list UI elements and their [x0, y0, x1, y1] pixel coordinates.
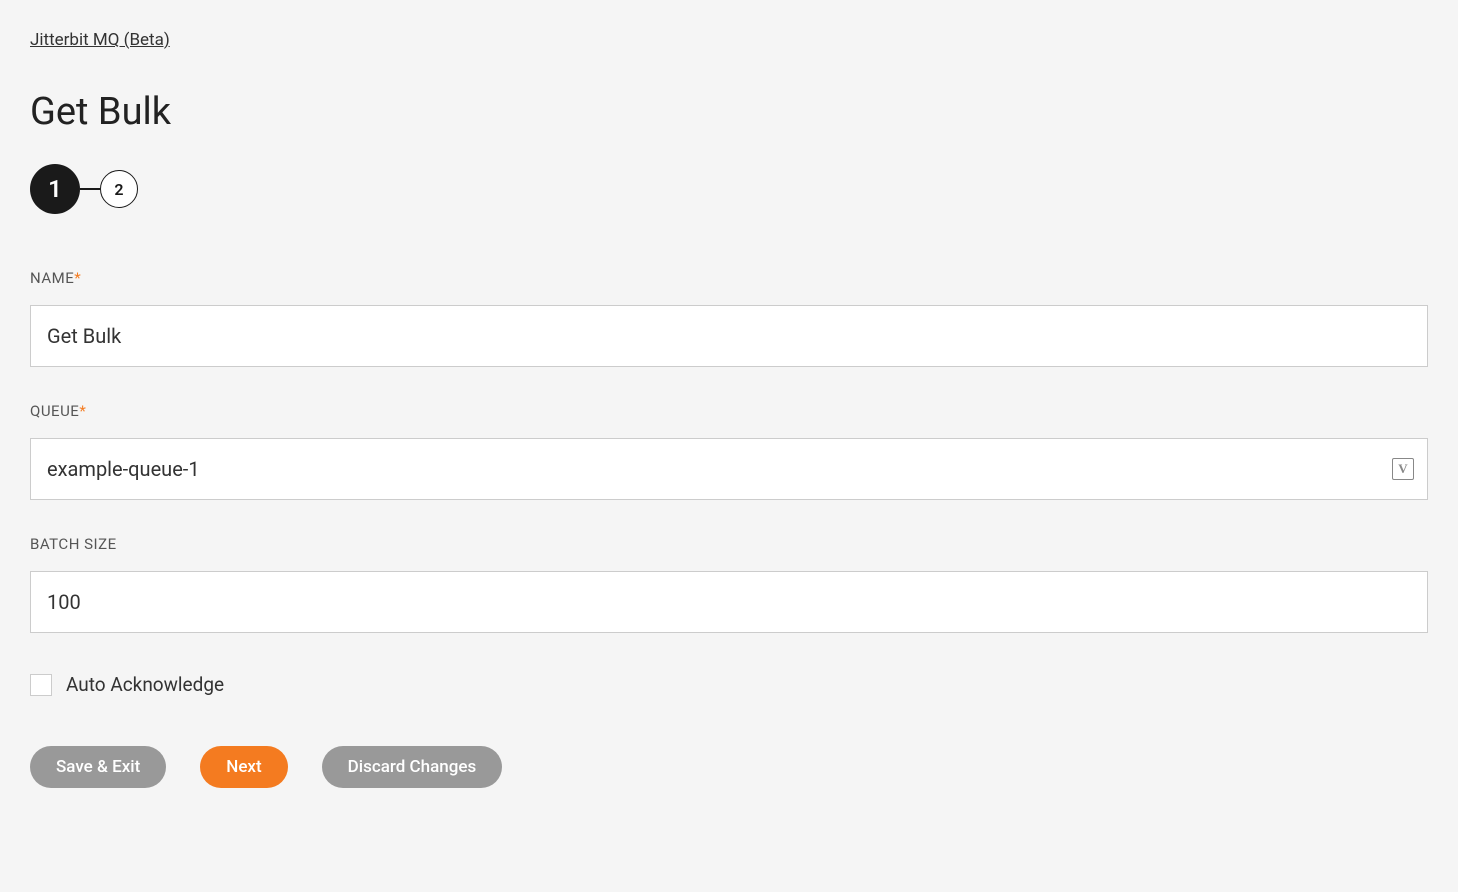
next-button[interactable]: Next	[200, 746, 287, 788]
form-group-name: NAME*	[30, 269, 1428, 367]
queue-input[interactable]	[30, 438, 1428, 500]
auto-acknowledge-label[interactable]: Auto Acknowledge	[66, 673, 224, 696]
name-label: NAME*	[30, 269, 1428, 287]
step-2[interactable]: 2	[100, 170, 138, 208]
batch-size-label: BATCH SIZE	[30, 535, 1428, 553]
batch-size-label-text: BATCH SIZE	[30, 535, 117, 553]
batch-size-input[interactable]	[30, 571, 1428, 633]
variable-icon[interactable]: V	[1392, 458, 1414, 480]
name-label-text: NAME	[30, 269, 74, 287]
form-group-batch-size: BATCH SIZE	[30, 535, 1428, 633]
form-group-queue: QUEUE* V	[30, 402, 1428, 500]
required-asterisk: *	[79, 402, 86, 420]
auto-acknowledge-row: Auto Acknowledge	[30, 673, 1428, 696]
name-input[interactable]	[30, 305, 1428, 367]
queue-label-text: QUEUE	[30, 402, 79, 420]
step-connector	[80, 188, 100, 190]
page-title: Get Bulk	[30, 90, 1428, 134]
auto-acknowledge-checkbox[interactable]	[30, 674, 52, 696]
stepper: 1 2	[30, 164, 1428, 214]
button-row: Save & Exit Next Discard Changes	[30, 746, 1428, 788]
save-exit-button[interactable]: Save & Exit	[30, 746, 166, 788]
discard-changes-button[interactable]: Discard Changes	[322, 746, 503, 788]
queue-label: QUEUE*	[30, 402, 1428, 420]
queue-input-wrapper: V	[30, 438, 1428, 500]
required-asterisk: *	[74, 269, 81, 287]
step-1[interactable]: 1	[30, 164, 80, 214]
breadcrumb-link[interactable]: Jitterbit MQ (Beta)	[30, 30, 170, 50]
